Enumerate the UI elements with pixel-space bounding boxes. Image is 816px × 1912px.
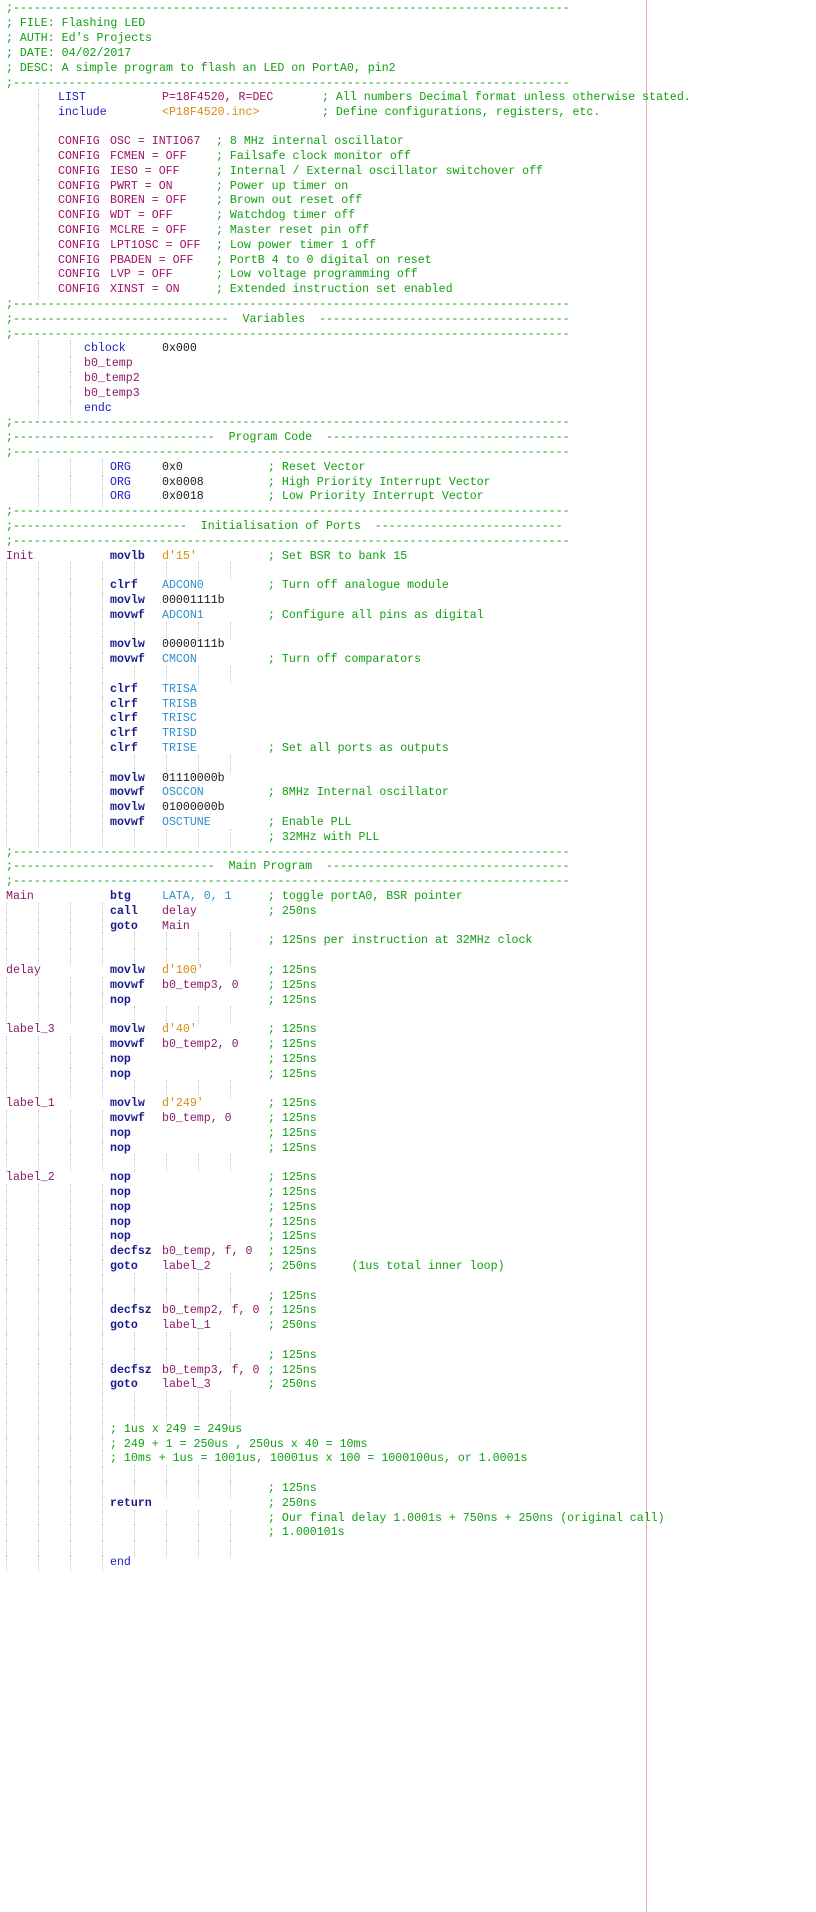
indent-guide [6,1554,7,1572]
directive-keyword: end [110,1556,131,1569]
indent-guide [70,1554,71,1572]
indent-guide [38,1554,39,1572]
code-line: end [0,1554,816,1572]
code-editor[interactable]: ;---------------------------------------… [0,0,816,1912]
indent-guide [102,1554,103,1572]
